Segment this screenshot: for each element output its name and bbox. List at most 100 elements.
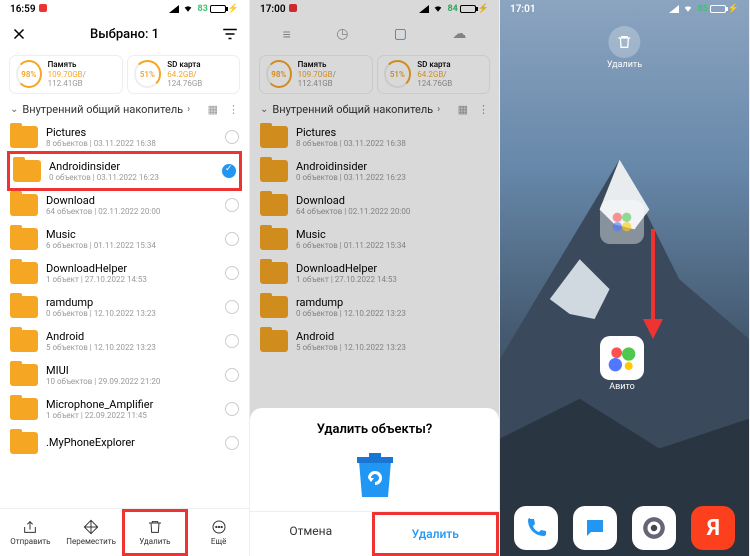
more-button[interactable]: Ещё — [188, 509, 249, 556]
menu-icon[interactable]: ≡ — [283, 26, 291, 43]
folder-icon — [260, 194, 288, 216]
list-item[interactable]: Android5 объектов | 12.10.2022 13:23 — [250, 324, 499, 358]
status-time: 16:59 — [10, 4, 36, 15]
list-item[interactable]: DownloadHelper1 объект | 27.10.2022 14:5… — [0, 256, 249, 290]
select-radio[interactable] — [225, 266, 239, 280]
file-meta: 1 объект | 27.10.2022 14:53 — [296, 275, 489, 284]
list-item[interactable]: MIUI10 объектов | 29.09.2022 21:20 — [0, 358, 249, 392]
dock-messages[interactable] — [573, 506, 617, 550]
folder-icon — [260, 228, 288, 250]
close-icon[interactable] — [10, 25, 28, 43]
folder-icon — [10, 398, 38, 420]
list-item[interactable]: Music6 объектов | 01.11.2022 15:34 — [0, 222, 249, 256]
list-item[interactable]: DownloadHelper1 объект | 27.10.2022 14:5… — [250, 256, 499, 290]
signal-icon — [419, 5, 429, 13]
cloud-tab[interactable]: ☁ — [452, 26, 466, 42]
file-meta: 6 объектов | 01.11.2022 15:34 — [296, 241, 489, 250]
recording-icon — [289, 4, 297, 12]
select-radio[interactable] — [222, 164, 236, 178]
folder-icon — [10, 194, 38, 216]
file-meta: 0 объектов | 12.10.2022 13:23 — [46, 309, 217, 318]
select-radio[interactable] — [225, 130, 239, 144]
file-meta: 6 объектов | 01.11.2022 15:34 — [46, 241, 217, 250]
storage-internal-pct: 98% — [16, 60, 42, 88]
breadcrumb[interactable]: ⌄ Внутренний общий накопитель › ▦ ⋮ — [250, 99, 499, 120]
file-meta: 8 объектов | 03.11.2022 16:38 — [46, 139, 217, 148]
storage-tab[interactable]: ▢ — [394, 26, 407, 42]
folder-icon — [10, 364, 38, 386]
file-name: DownloadHelper — [296, 262, 489, 275]
folder-icon — [10, 330, 38, 352]
list-item[interactable]: Pictures8 объектов | 03.11.2022 16:38 — [250, 120, 499, 154]
file-meta: 8 объектов | 03.11.2022 16:38 — [296, 139, 489, 148]
file-name: Androidinsider — [296, 160, 489, 173]
list-item[interactable]: Pictures8 объектов | 03.11.2022 16:38 — [0, 120, 249, 154]
storage-cards: 98% Память 109.70GB/ 112.41GB 51% SD кар… — [0, 50, 249, 99]
delete-drop-target[interactable]: Удалить — [607, 26, 642, 70]
list-item[interactable]: Download64 объектов | 02.11.2022 20:00 — [250, 188, 499, 222]
list-item[interactable]: Download64 объектов | 02.11.2022 20:00 — [0, 188, 249, 222]
battery-icon: 83⚡ — [197, 4, 239, 14]
folder-icon — [260, 330, 288, 352]
confirm-delete-button[interactable]: Удалить — [372, 512, 500, 556]
select-radio[interactable] — [225, 334, 239, 348]
file-meta: 1 объект | 27.10.2022 14:53 — [46, 275, 217, 284]
storage-internal[interactable]: 98% Память 109.70GB/ 112.41GB — [260, 56, 372, 93]
file-meta: 0 объектов | 03.11.2022 16:23 — [49, 173, 214, 182]
storage-sd[interactable]: 51% SD карта 64.2GB/ 124.76GB — [378, 56, 490, 93]
select-radio[interactable] — [225, 436, 239, 450]
dock-browser[interactable] — [632, 506, 676, 550]
cancel-button[interactable]: Отмена — [250, 512, 372, 556]
dock-yandex[interactable]: Я — [691, 506, 735, 550]
file-name: Androidinsider — [49, 160, 214, 173]
breadcrumb[interactable]: ⌄ Внутренний общий накопитель › ▦ ⋮ — [0, 99, 249, 120]
file-name: ramdump — [46, 296, 217, 309]
delete-button[interactable]: Удалить — [122, 509, 189, 556]
send-button[interactable]: Отправить — [0, 509, 61, 556]
list-item[interactable]: ramdump0 объектов | 12.10.2022 13:23 — [250, 290, 499, 324]
file-name: DownloadHelper — [46, 262, 217, 275]
select-radio[interactable] — [225, 198, 239, 212]
list-item[interactable]: .MyPhoneExplorer — [0, 426, 249, 460]
file-name: Download — [296, 194, 489, 207]
top-tabs: ≡ ◷ ▢ ☁ — [250, 18, 499, 50]
more-icon[interactable]: ⋮ — [228, 103, 239, 116]
folder-icon — [10, 228, 38, 250]
select-radio[interactable] — [225, 232, 239, 246]
file-list: Pictures8 объектов | 03.11.2022 16:38And… — [250, 120, 499, 358]
wifi-icon — [432, 3, 444, 16]
list-item[interactable]: Androidinsider0 объектов | 03.11.2022 16… — [7, 151, 242, 191]
wifi-icon — [182, 3, 194, 16]
list-item[interactable]: ramdump0 объектов | 12.10.2022 13:23 — [0, 290, 249, 324]
status-time: 17:00 — [260, 4, 286, 15]
dock-phone[interactable] — [514, 506, 558, 550]
list-item[interactable]: Microphone_Amplifier1 объект | 22.09.202… — [0, 392, 249, 426]
folder-icon — [260, 296, 288, 318]
select-radio[interactable] — [225, 368, 239, 382]
battery-icon: 84⚡ — [447, 4, 489, 14]
recent-tab[interactable]: ◷ — [336, 26, 348, 42]
storage-internal[interactable]: 98% Память 109.70GB/ 112.41GB — [10, 56, 122, 93]
file-meta: 0 объектов | 03.11.2022 16:23 — [296, 173, 489, 182]
select-radio[interactable] — [225, 402, 239, 416]
view-icon[interactable]: ▦ — [458, 103, 468, 116]
storage-sd[interactable]: 51% SD карта 64.2GB/ 124.76GB — [128, 56, 240, 93]
file-meta: 64 объектов | 02.11.2022 20:00 — [296, 207, 489, 216]
file-meta: 1 объект | 22.09.2022 11:45 — [46, 411, 217, 420]
more-icon[interactable]: ⋮ — [478, 103, 489, 116]
select-radio[interactable] — [225, 300, 239, 314]
arrow-annotation — [638, 224, 668, 344]
file-name: .MyPhoneExplorer — [46, 436, 217, 449]
file-name: Download — [46, 194, 217, 207]
file-name: Pictures — [46, 126, 217, 139]
chevron-right-icon: › — [437, 104, 440, 115]
view-icon[interactable]: ▦ — [208, 103, 218, 116]
list-item[interactable]: Music6 объектов | 01.11.2022 15:34 — [250, 222, 499, 256]
file-meta: 10 объектов | 29.09.2022 21:20 — [46, 377, 217, 386]
chevron-right-icon: › — [187, 104, 190, 115]
filter-icon[interactable] — [221, 25, 239, 43]
move-button[interactable]: Переместить — [61, 509, 122, 556]
list-item[interactable]: Androidinsider0 объектов | 03.11.2022 16… — [250, 154, 499, 188]
app-icon-avito[interactable] — [600, 336, 644, 380]
list-item[interactable]: Android5 объектов | 12.10.2022 13:23 — [0, 324, 249, 358]
